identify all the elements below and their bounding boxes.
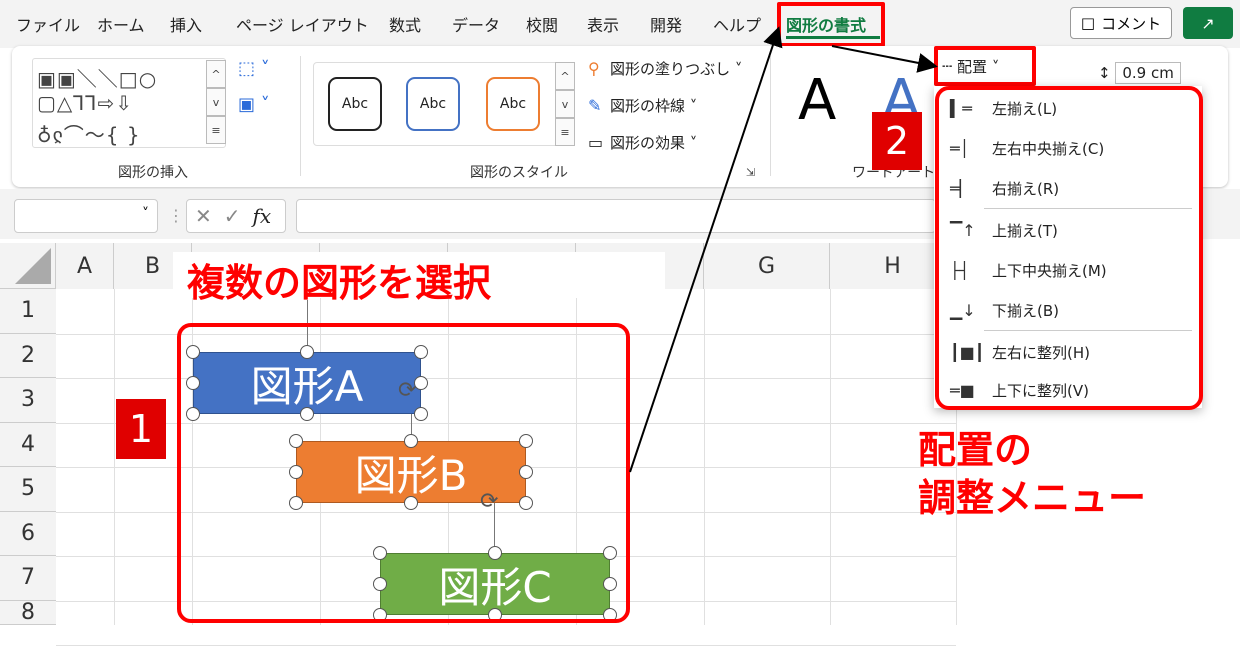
row-header-4[interactable]: 4 — [0, 422, 56, 467]
comment-button[interactable]: □ コメント — [1070, 7, 1172, 39]
shape-styles-gallery[interactable]: Abc Abc Abc — [313, 62, 575, 146]
tab-page-layout[interactable]: ページ レイアウト — [236, 12, 369, 36]
tab-view[interactable]: 表示 — [587, 12, 619, 36]
insert-function-button[interactable]: fx — [253, 204, 272, 228]
grid-column-line — [114, 289, 115, 625]
step-2-badge: 2 — [872, 112, 922, 170]
styles-more-button[interactable]: ≡ — [555, 118, 575, 146]
menu-bar: ファイル ホーム 挿入 ページ レイアウト 数式 データ 校閲 表示 開発 ヘル… — [0, 0, 1240, 48]
style-sample-dark[interactable]: Abc — [328, 77, 382, 131]
highlight-arrange-button — [934, 46, 1036, 86]
comment-label: コメント — [1101, 14, 1162, 33]
highlight-shapes — [177, 323, 630, 623]
row-header-2[interactable]: 2 — [0, 333, 56, 378]
row-header-3[interactable]: 3 — [0, 378, 56, 423]
shape-outline-button[interactable]: ✎ 図形の枠線 ˅ — [588, 95, 697, 116]
shape-outline-label: 図形の枠線 — [610, 97, 686, 115]
ribbon-separator — [300, 56, 301, 176]
group-label-insert-shapes: 図形の挿入 — [118, 165, 188, 181]
gallery-more-button[interactable]: ≡ — [206, 116, 226, 144]
shape-fill-label: 図形の塗りつぶし — [610, 60, 731, 78]
dialog-launcher-icon[interactable]: ⇲ — [746, 166, 755, 179]
column-header-g[interactable]: G — [704, 243, 830, 289]
share-icon: ↗ — [1201, 13, 1215, 33]
formula-buttons: ✕ ✓ fx — [186, 199, 286, 233]
style-sample-orange[interactable]: Abc — [486, 77, 540, 131]
chevron-down-icon[interactable]: ˅ — [142, 206, 149, 222]
highlight-arrange-menu — [935, 86, 1203, 410]
select-all-corner[interactable] — [0, 243, 56, 289]
edit-shape-icon[interactable]: ⬚ ˅ — [238, 58, 270, 79]
shape-effects-button[interactable]: ▭ 図形の効果 ˅ — [588, 132, 697, 153]
enter-icon[interactable]: ✓ — [224, 204, 241, 228]
share-button[interactable]: ↗ — [1183, 7, 1233, 39]
tab-insert[interactable]: 挿入 — [170, 12, 202, 36]
shape-height-value[interactable]: 0.9 cm — [1115, 62, 1181, 84]
step-1-badge: 1 — [116, 399, 166, 459]
styles-down-button[interactable]: v — [555, 90, 575, 118]
effects-icon: ▭ — [588, 133, 604, 152]
tab-help[interactable]: ヘルプ — [713, 12, 761, 36]
height-icon: ↕ — [1098, 64, 1111, 82]
annotation-menu-note: 配置の 調整メニュー — [918, 426, 1146, 522]
shapes-row-2: ▢△⅂⅂⇨⇩ — [37, 91, 134, 115]
shapes-row-1: ▣▣＼＼□○ — [37, 67, 158, 91]
tab-review[interactable]: 校閲 — [526, 12, 558, 36]
column-header-a[interactable]: A — [56, 243, 114, 289]
shape-height-field[interactable]: ↕ 0.9 cm — [1098, 62, 1181, 84]
gallery-down-button[interactable]: v — [206, 88, 226, 116]
grid-column-line — [704, 289, 705, 625]
tab-data[interactable]: データ — [452, 12, 500, 36]
annotation-menu-note-line1: 配置の — [918, 428, 1033, 472]
ribbon-separator — [770, 56, 771, 176]
style-sample-blue[interactable]: Abc — [406, 77, 460, 131]
shape-fill-button[interactable]: ⚲ 図形の塗りつぶし ˅ — [588, 58, 742, 79]
pen-icon: ✎ — [588, 96, 602, 115]
highlight-shape-format-tab — [777, 2, 885, 47]
formula-bar-grip: ⋮ — [168, 206, 184, 225]
paint-bucket-icon: ⚲ — [588, 59, 600, 78]
row-header-7[interactable]: 7 — [0, 556, 56, 601]
formula-input[interactable] — [296, 199, 936, 233]
annotation-menu-note-line2: 調整メニュー — [918, 476, 1147, 520]
row-header-1[interactable]: 1 — [0, 289, 56, 334]
shapes-gallery[interactable]: ▣▣＼＼□○ ▢△⅂⅂⇨⇩ ♁ჺ⌒〜{ } — [32, 58, 226, 148]
wordart-sample-black[interactable]: A — [798, 68, 836, 133]
row-header-8[interactable]: 8 — [0, 600, 56, 625]
shape-effects-label: 図形の効果 — [610, 134, 686, 152]
annotation-select-title: 複数の図形を選択 — [173, 252, 665, 305]
row-header-5[interactable]: 5 — [0, 467, 56, 512]
shapes-row-3: ♁ჺ⌒〜{ } — [37, 123, 141, 147]
name-box[interactable]: ˅ — [14, 199, 158, 233]
text-box-icon[interactable]: ▣ ˅ — [238, 94, 270, 115]
tab-developer[interactable]: 開発 — [650, 12, 682, 36]
group-label-shape-styles: 図形のスタイル — [470, 165, 568, 181]
tab-formulas[interactable]: 数式 — [389, 12, 421, 36]
tab-file[interactable]: ファイル — [16, 12, 80, 36]
cancel-icon[interactable]: ✕ — [195, 204, 212, 228]
tab-home[interactable]: ホーム — [97, 12, 145, 36]
gallery-up-button[interactable]: ^ — [206, 60, 226, 88]
grid-column-line — [830, 289, 831, 625]
styles-up-button[interactable]: ^ — [555, 62, 575, 90]
row-header-6[interactable]: 6 — [0, 511, 56, 556]
comment-icon: □ — [1080, 14, 1096, 32]
